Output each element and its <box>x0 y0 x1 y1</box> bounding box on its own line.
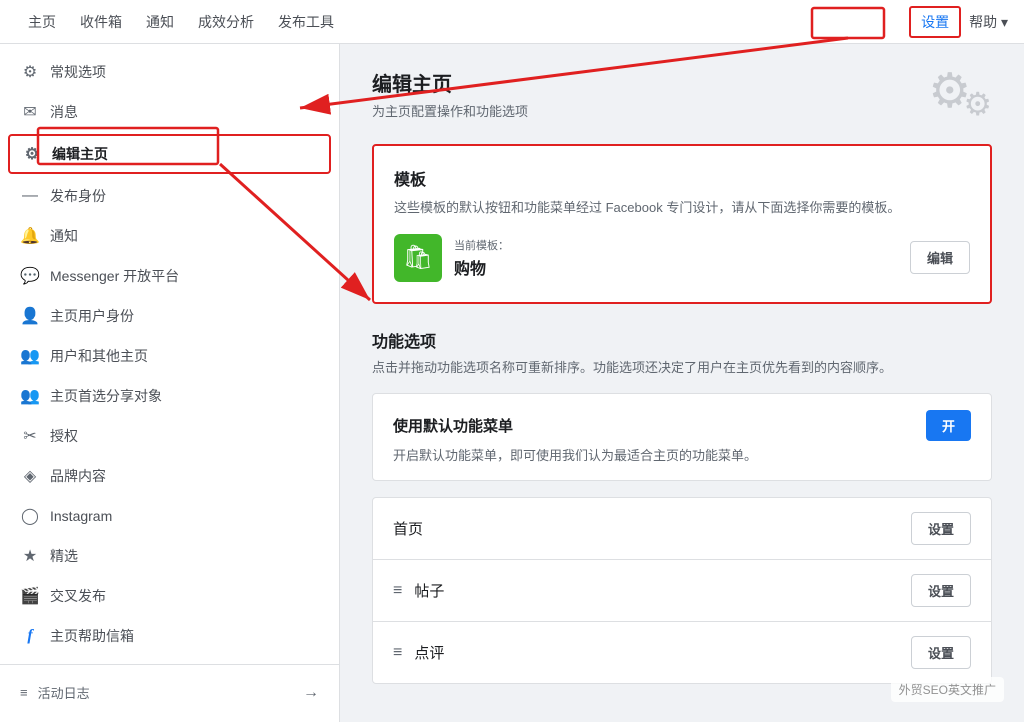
group-icon: 👥 <box>20 346 40 366</box>
sidebar-item-messages[interactable]: ✉ 消息 <box>0 92 339 132</box>
menu-item-home-label: 首页 <box>393 518 899 539</box>
nav-settings[interactable]: 设置 <box>909 6 961 38</box>
template-icon-box: 🛍 <box>394 234 442 282</box>
page-subtitle: 为主页配置操作和功能选项 <box>372 101 528 120</box>
star-icon: ★ <box>20 546 40 566</box>
template-card-desc: 这些模板的默认按钮和功能菜单经过 Facebook 专门设计，请从下面选择你需要… <box>394 198 970 218</box>
sidebar-item-messenger[interactable]: 💬 Messenger 开放平台 <box>0 256 339 296</box>
default-menu-toggle[interactable]: 开 <box>926 410 971 441</box>
brand-icon: ◈ <box>20 466 40 486</box>
envelope-icon: ✉ <box>20 102 40 122</box>
nav-item-analytics[interactable]: 成效分析 <box>186 0 266 44</box>
nav-item-notifications[interactable]: 通知 <box>134 0 186 44</box>
menu-item-posts: ≡ 帖子 设置 <box>373 560 991 622</box>
gear-decoration: ⚙ ⚙ <box>928 68 992 120</box>
default-menu-row: 使用默认功能菜单 开 开启默认功能菜单，即可使用我们认为最适合主页的功能菜单。 <box>372 393 992 481</box>
page-header: 编辑主页 为主页配置操作和功能选项 ⚙ ⚙ <box>372 68 992 120</box>
sidebar: ⚙ 常规选项 ✉ 消息 ⚙ 编辑主页 — 发布身份 🔔 通知 💬 Messeng… <box>0 44 340 722</box>
menu-item-home: 首页 设置 <box>373 498 991 560</box>
menu-item-reviews-label: 点评 <box>414 642 899 663</box>
default-menu-desc: 开启默认功能菜单，即可使用我们认为最适合主页的功能菜单。 <box>393 445 971 464</box>
sidebar-item-featured-items[interactable]: ★ 精选 <box>0 536 339 576</box>
menu-items-section: 首页 设置 ≡ 帖子 设置 ≡ 点评 设置 <box>372 497 992 684</box>
template-card: 模板 这些模板的默认按钮和功能菜单经过 Facebook 专门设计，请从下面选择… <box>372 144 992 304</box>
sidebar-item-support[interactable]: f 主页帮助信箱 <box>0 616 339 656</box>
instagram-icon: ◯ <box>20 506 40 526</box>
sidebar-footer-activity[interactable]: ≡ 活动日志 → <box>0 673 339 712</box>
menu-item-posts-settings-button[interactable]: 设置 <box>911 574 971 607</box>
template-row: 🛍 当前模板： 购物 编辑 <box>394 234 970 282</box>
menu-item-reviews: ≡ 点评 设置 <box>373 622 991 683</box>
watermark: 外贸SEO英文推广 <box>891 677 1004 702</box>
bell-icon: 🔔 <box>20 226 40 246</box>
template-current-label: 当前模板： <box>454 237 898 253</box>
nav-item-publish[interactable]: 发布工具 <box>266 0 346 44</box>
nav-item-home[interactable]: 主页 <box>16 0 68 44</box>
main-content: 编辑主页 为主页配置操作和功能选项 ⚙ ⚙ 模板 这些模板的默认按钮和功能菜单经… <box>340 44 1024 722</box>
default-menu-title: 使用默认功能菜单 <box>393 415 513 436</box>
drag-handle-posts[interactable]: ≡ <box>393 582 402 600</box>
shopping-bag-icon: 🛍 <box>403 243 433 272</box>
template-card-title: 模板 <box>394 166 970 190</box>
nav-help[interactable]: 帮助 ▾ <box>969 12 1008 32</box>
sidebar-item-publish-identity[interactable]: — 发布身份 <box>0 176 339 216</box>
sidebar-item-featured[interactable]: 👥 主页首选分享对象 <box>0 376 339 416</box>
top-nav: 主页 收件箱 通知 成效分析 发布工具 设置 帮助 ▾ <box>0 0 1024 44</box>
template-edit-button[interactable]: 编辑 <box>910 241 970 274</box>
list-icon: ≡ <box>20 685 28 700</box>
menu-item-reviews-settings-button[interactable]: 设置 <box>911 636 971 669</box>
sidebar-item-notifications[interactable]: 🔔 通知 <box>0 216 339 256</box>
messenger-icon: 💬 <box>20 266 40 286</box>
features-section-desc: 点击并拖动功能选项名称可重新排序。功能选项还决定了用户在主页优先看到的内容顺序。 <box>372 358 992 378</box>
page-title: 编辑主页 <box>372 68 528 97</box>
features-section-title: 功能选项 <box>372 328 992 352</box>
forward-arrow-icon: → <box>303 684 319 702</box>
drag-handle-reviews[interactable]: ≡ <box>393 644 402 662</box>
sidebar-item-crosspost[interactable]: 🎬 交叉发布 <box>0 576 339 616</box>
person-icon: 👤 <box>20 306 40 326</box>
gear-icon: ⚙ <box>20 62 40 82</box>
sidebar-item-brand[interactable]: ◈ 品牌内容 <box>0 456 339 496</box>
menu-item-posts-label: 帖子 <box>414 580 899 601</box>
small-gear-icon: ⚙ <box>963 88 992 120</box>
sidebar-item-edit-page[interactable]: ⚙ 编辑主页 <box>8 134 331 174</box>
facebook-icon: f <box>20 626 40 646</box>
scissors-icon: ✂ <box>20 426 40 446</box>
video-icon: 🎬 <box>20 586 40 606</box>
menu-item-home-settings-button[interactable]: 设置 <box>911 512 971 545</box>
sidebar-item-instagram[interactable]: ◯ Instagram <box>0 496 339 536</box>
settings-icon: ⚙ <box>22 144 42 164</box>
sidebar-item-permissions[interactable]: ✂ 授权 <box>0 416 339 456</box>
sidebar-item-general[interactable]: ⚙ 常规选项 <box>0 52 339 92</box>
sidebar-item-other-pages[interactable]: 👥 用户和其他主页 <box>0 336 339 376</box>
sidebar-item-page-roles[interactable]: 👤 主页用户身份 <box>0 296 339 336</box>
dash-icon: — <box>20 186 40 206</box>
template-current-name: 购物 <box>454 255 898 279</box>
share-icon: 👥 <box>20 386 40 406</box>
nav-item-inbox[interactable]: 收件箱 <box>68 0 134 44</box>
